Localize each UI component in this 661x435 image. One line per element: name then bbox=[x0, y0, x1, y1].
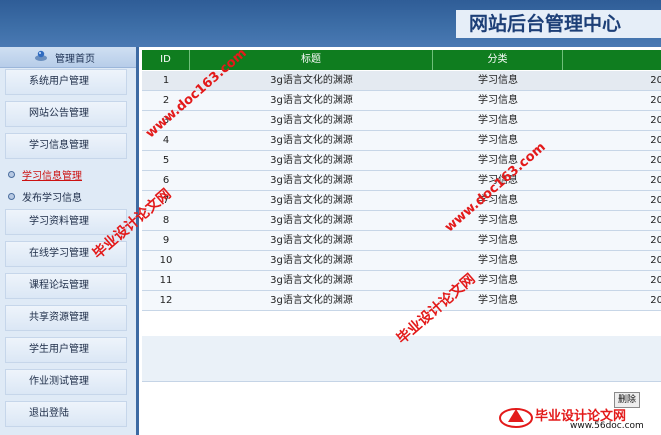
watermark-footer-url: www.56doc.com bbox=[570, 421, 644, 431]
cell-category: 学习信息 bbox=[478, 115, 518, 126]
cell-id: 12 bbox=[159, 295, 173, 306]
cell-date: 20 bbox=[650, 255, 661, 266]
table-row[interactable]: 4 3g语言文化的渊源 学习信息 20 bbox=[142, 131, 661, 151]
cell-id: 9 bbox=[162, 235, 170, 246]
cell-date: 20 bbox=[650, 75, 661, 86]
cell-date: 20 bbox=[650, 275, 661, 286]
sidebar-item-announcements[interactable]: 网站公告管理 bbox=[5, 101, 127, 127]
cell-title: 3g语言文化的渊源 bbox=[270, 255, 353, 266]
sidebar-item-logout[interactable]: 退出登陆 bbox=[5, 401, 127, 427]
column-header-category[interactable]: 分类 bbox=[433, 50, 563, 70]
cell-id: 10 bbox=[159, 255, 173, 266]
table-row[interactable]: 10 3g语言文化的渊源 学习信息 20 bbox=[142, 251, 661, 271]
column-header-id[interactable]: ID bbox=[142, 50, 190, 70]
cell-title: 3g语言文化的渊源 bbox=[270, 195, 353, 206]
cell-title: 3g语言文化的渊源 bbox=[270, 275, 353, 286]
sidebar-item-student-users[interactable]: 学生用户管理 bbox=[5, 337, 127, 363]
table-row[interactable]: 12 3g语言文化的渊源 学习信息 20 bbox=[142, 291, 661, 311]
table-row[interactable]: 5 3g语言文化的渊源 学习信息 20 bbox=[142, 151, 661, 171]
cell-title: 3g语言文化的渊源 bbox=[270, 115, 353, 126]
cell-category: 学习信息 bbox=[478, 255, 518, 266]
cell-title: 3g语言文化的渊源 bbox=[270, 95, 353, 106]
cell-title: 3g语言文化的渊源 bbox=[270, 295, 353, 306]
home-icon bbox=[35, 50, 47, 61]
table-row[interactable]: 2 3g语言文化的渊源 学习信息 20 bbox=[142, 91, 661, 111]
cell-date: 20 bbox=[650, 155, 661, 166]
sidebar-item-course-forum[interactable]: 课程论坛管理 bbox=[5, 273, 127, 299]
header-bar: 网站后台管理中心 bbox=[0, 0, 661, 47]
table-row[interactable]: 7 3g语言文化的渊源 学习信息 20 bbox=[142, 191, 661, 211]
cell-date: 20 bbox=[650, 295, 661, 306]
sidebar-subitem-study-info-manage[interactable]: 学习信息管理 bbox=[8, 167, 82, 182]
cell-id: 6 bbox=[162, 175, 170, 186]
cell-date: 20 bbox=[650, 215, 661, 226]
cell-date: 20 bbox=[650, 235, 661, 246]
cell-category: 学习信息 bbox=[478, 75, 518, 86]
table-row[interactable]: 3 3g语言文化的渊源 学习信息 20 bbox=[142, 111, 661, 131]
cell-id: 1 bbox=[162, 75, 170, 86]
table-row[interactable]: 11 3g语言文化的渊源 学习信息 20 bbox=[142, 271, 661, 291]
sidebar-item-study-info[interactable]: 学习信息管理 bbox=[5, 133, 127, 159]
table-row[interactable]: 6 3g语言文化的渊源 学习信息 20 bbox=[142, 171, 661, 191]
sidebar-item-shared-resources[interactable]: 共享资源管理 bbox=[5, 305, 127, 331]
cell-title: 3g语言文化的渊源 bbox=[270, 215, 353, 226]
cell-date: 20 bbox=[650, 195, 661, 206]
table-row[interactable]: 8 3g语言文化的渊源 学习信息 20 bbox=[142, 211, 661, 231]
cell-date: 20 bbox=[650, 95, 661, 106]
page-title: 网站后台管理中心 bbox=[456, 10, 661, 38]
cell-title: 3g语言文化的渊源 bbox=[270, 135, 353, 146]
cell-id: 11 bbox=[159, 275, 173, 286]
main-content: ID 标题 分类 1 3g语言文化的渊源 学习信息 20 2 3g语言文化的渊源 学习信息 2… bbox=[142, 47, 661, 435]
sidebar-home[interactable]: 管理首页 bbox=[0, 47, 136, 68]
cell-title: 3g语言文化的渊源 bbox=[270, 155, 353, 166]
cell-category: 学习信息 bbox=[478, 95, 518, 106]
cell-title: 3g语言文化的渊源 bbox=[270, 235, 353, 246]
cell-date: 20 bbox=[650, 115, 661, 126]
column-header-date[interactable] bbox=[563, 50, 661, 70]
watermark-logo-icon bbox=[499, 408, 533, 428]
sidebar-item-system-users[interactable]: 系统用户管理 bbox=[5, 69, 127, 95]
cell-date: 20 bbox=[650, 135, 661, 146]
bullet-icon bbox=[8, 193, 15, 200]
table-row[interactable]: 9 3g语言文化的渊源 学习信息 20 bbox=[142, 231, 661, 251]
sidebar-home-label: 管理首页 bbox=[55, 54, 95, 65]
bullet-icon bbox=[8, 171, 15, 178]
sidebar-subitem-publish-study-info[interactable]: 发布学习信息 bbox=[8, 189, 82, 204]
sidebar-item-homework-tests[interactable]: 作业测试管理 bbox=[5, 369, 127, 395]
cell-id: 5 bbox=[162, 155, 170, 166]
cell-date: 20 bbox=[650, 175, 661, 186]
cell-title: 3g语言文化的渊源 bbox=[270, 175, 353, 186]
